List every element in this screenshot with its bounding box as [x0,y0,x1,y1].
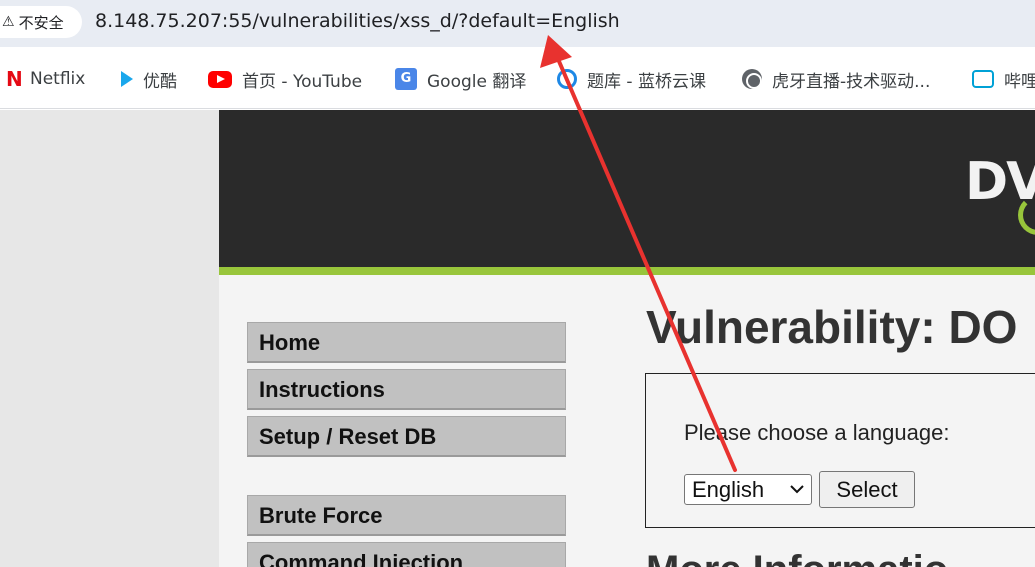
bookmark-label: 虎牙直播-技术驱动... [772,71,931,92]
bookmark-google-translate[interactable]: G Google 翻译 [395,67,527,92]
menu-item-home[interactable]: Home [247,322,566,363]
lanqiao-icon [557,69,577,89]
vulnerability-form-box: Please choose a language: English Select [645,373,1035,528]
language-select-value: English [692,477,765,502]
menu-item-setup-reset-db[interactable]: Setup / Reset DB [247,416,566,457]
page-left-margin [0,110,219,567]
bookmark-netflix[interactable]: N Netflix [6,67,85,91]
bookmark-youku[interactable]: 优酷 [121,67,177,92]
bookmark-lanqiao[interactable]: 题库 - 蓝桥云课 [557,67,706,92]
bookmarks-bar: N Netflix 优酷 首页 - YouTube G Google 翻译 题库… [0,47,1035,109]
bookmark-label: Netflix [30,69,86,89]
globe-icon [742,69,762,89]
chevron-down-icon [789,475,805,514]
url-text[interactable]: 8.148.75.207:55/vulnerabilities/xss_d/?d… [95,10,620,32]
menu-item-command-injection[interactable]: Command Injection [247,542,566,567]
bookmark-label: Google 翻译 [427,71,527,92]
page-title: Vulnerability: DO [646,301,1018,353]
bookmark-huya[interactable]: 虎牙直播-技术驱动... [742,67,931,92]
bookmark-label: 优酷 [143,71,177,92]
youku-icon [121,71,133,87]
bookmark-bilibili[interactable]: 哔哩 [972,67,1035,92]
security-label: 不安全 [18,13,64,32]
security-indicator[interactable]: ⚠ 不安全 [0,6,82,38]
more-information-heading: More Informatio [646,548,948,567]
header-stripe [219,267,1035,275]
bookmark-label: 首页 - YouTube [242,71,363,92]
menu-item-brute-force[interactable]: Brute Force [247,495,566,536]
bookmark-label: 题库 - 蓝桥云课 [587,71,706,92]
netflix-icon: N [6,67,23,91]
google-translate-icon: G [395,68,417,90]
bookmark-label: 哔哩 [1004,71,1035,92]
address-bar[interactable]: ⚠ 不安全 8.148.75.207:55/vulnerabilities/xs… [0,0,1035,47]
bookmark-youtube[interactable]: 首页 - YouTube [208,67,363,92]
choose-language-label: Please choose a language: [684,420,950,445]
dvwa-header [219,110,1035,267]
select-button[interactable]: Select [819,471,915,508]
language-select[interactable]: English [684,474,812,505]
youtube-icon [208,70,232,88]
warning-icon: ⚠ [2,14,15,30]
bilibili-icon [972,70,994,88]
menu-item-instructions[interactable]: Instructions [247,369,566,410]
